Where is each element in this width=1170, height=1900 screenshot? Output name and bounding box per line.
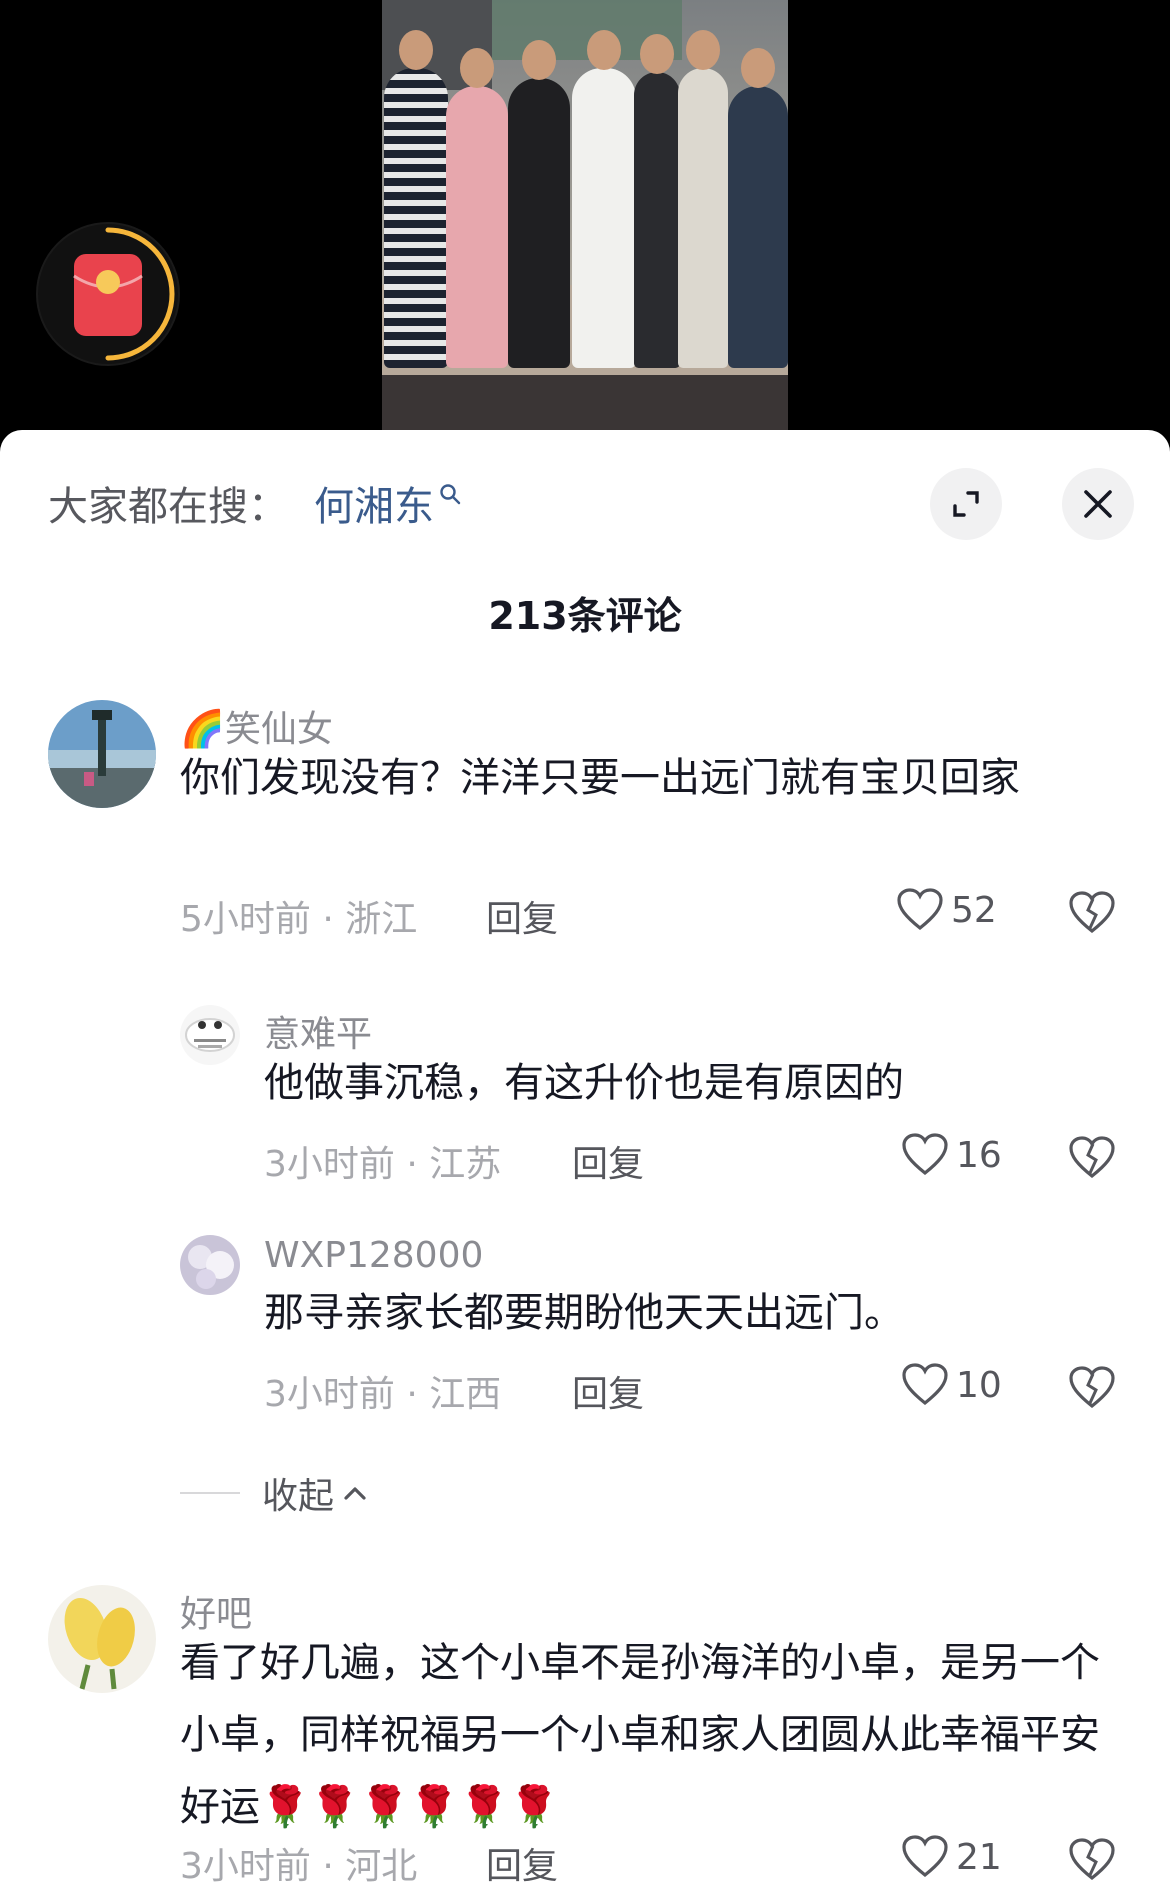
comment-sheet: 大家都在搜： 何湘东 213条评论 🌈笑仙女 你们发现没有？洋洋只要一出远门就有… (0, 430, 1170, 1900)
red-packet-button[interactable] (36, 222, 180, 366)
avatar[interactable] (48, 1585, 156, 1693)
reply-item: WXP128000 那寻亲家长都要期盼他天天出远门。 3小时前 · 江西 回复 … (0, 1235, 1170, 1435)
reply-item: 意难平 他做事沉稳，有这升价也是有原因的 3小时前 · 江苏 回复 16 (0, 1005, 1170, 1205)
expand-button[interactable] (930, 468, 1002, 540)
like-button[interactable]: 52 (895, 886, 997, 934)
person-figure (384, 30, 448, 368)
divider (180, 1492, 240, 1494)
comment-text: 他做事沉稳，有这升价也是有原因的 (264, 1060, 904, 1106)
heart-icon (897, 888, 943, 931)
reply-button[interactable]: 回复 (486, 890, 558, 942)
comment-username[interactable]: WXP128000 (264, 1235, 483, 1276)
dislike-icon[interactable] (1066, 1131, 1118, 1183)
collapse-label: 收起 (262, 1476, 335, 1517)
comment-text: 看了好几遍，这个小卓不是孙海洋的小卓，是另一个小卓，同样祝福另一个小卓和家人团圆… (180, 1640, 1100, 1830)
person-figure (678, 30, 728, 368)
person-figure (572, 30, 636, 368)
reply-button[interactable]: 回复 (572, 1365, 644, 1417)
dislike-icon[interactable] (1066, 886, 1118, 938)
comment-meta: 5小时前 · 浙江 (180, 899, 418, 940)
like-button[interactable]: 10 (900, 1361, 1002, 1409)
video-area[interactable] (0, 0, 1170, 440)
reply-button[interactable]: 回复 (572, 1135, 644, 1187)
like-count: 21 (956, 1836, 1002, 1878)
like-count: 10 (956, 1364, 1002, 1406)
dislike-icon[interactable] (1066, 1361, 1118, 1413)
comment-item: 🌈笑仙女 你们发现没有？洋洋只要一出远门就有宝贝回家 5小时前 · 浙江 回复 … (0, 700, 1170, 1000)
video-bottom-band (382, 375, 788, 430)
like-button[interactable]: 16 (900, 1131, 1002, 1179)
avatar[interactable] (180, 1005, 240, 1065)
like-button[interactable]: 21 (900, 1833, 1002, 1881)
search-prefix: 大家都在搜： (48, 484, 288, 530)
person-figure (728, 48, 788, 368)
red-packet-icon (73, 227, 175, 361)
reply-button[interactable]: 回复 (486, 1837, 558, 1889)
comment-text: 你们发现没有？洋洋只要一出远门就有宝贝回家 (180, 755, 1020, 801)
dislike-icon[interactable] (1066, 1833, 1118, 1885)
avatar[interactable] (180, 1235, 240, 1295)
comment-meta: 3小时前 · 江苏 (264, 1144, 502, 1185)
person-figure (446, 48, 508, 368)
close-button[interactable] (1062, 468, 1134, 540)
comment-count-title: 213条评论 (488, 594, 682, 638)
like-count: 16 (956, 1134, 1002, 1176)
heart-icon (902, 1835, 948, 1878)
video-thumbnail[interactable] (382, 0, 788, 430)
search-suggestion: 大家都在搜： 何湘东 (48, 468, 462, 538)
person-figure (508, 40, 570, 368)
person-figure (634, 34, 680, 368)
close-icon (1084, 490, 1112, 518)
avatar[interactable] (48, 700, 156, 808)
heart-icon (902, 1133, 948, 1176)
expand-icon (953, 491, 979, 517)
chevron-up-icon (344, 1487, 366, 1500)
comment-text: 那寻亲家长都要期盼他天天出远门。 (264, 1290, 904, 1336)
collapse-replies-button[interactable]: 收起 (180, 1465, 368, 1521)
heart-icon (902, 1363, 948, 1406)
comment-item: 好吧 看了好几遍，这个小卓不是孙海洋的小卓，是另一个小卓，同样祝福另一个小卓和家… (0, 1585, 1170, 1900)
comment-meta: 3小时前 · 江西 (264, 1374, 502, 1415)
search-icon (440, 484, 461, 505)
search-term-link[interactable]: 何湘东 (314, 474, 434, 532)
like-count: 52 (951, 889, 997, 931)
comment-meta: 3小时前 · 河北 (180, 1846, 418, 1887)
